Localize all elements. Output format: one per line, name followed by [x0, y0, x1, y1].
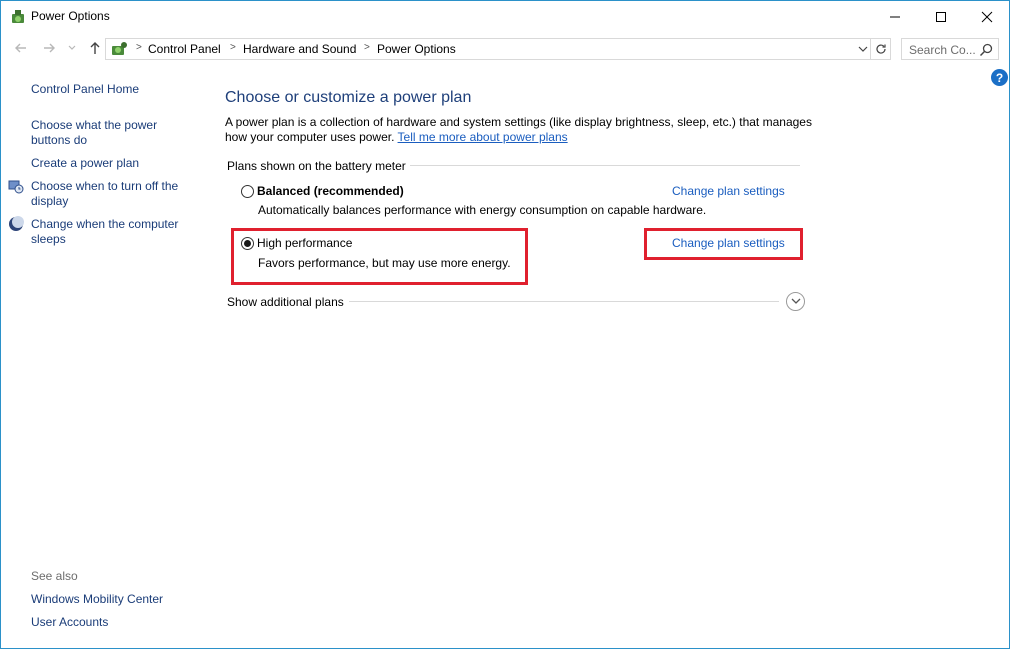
minimize-button[interactable]: [872, 1, 918, 32]
page-description: A power plan is a collection of hardware…: [225, 115, 815, 145]
address-bar[interactable]: > Control Panel > Hardware and Sound > P…: [105, 38, 871, 60]
breadcrumb-separator: >: [136, 42, 142, 53]
back-button[interactable]: [11, 38, 31, 58]
navigation-bar: > Control Panel > Hardware and Sound > P…: [1, 35, 1009, 63]
breadcrumb-separator: >: [364, 42, 370, 53]
balanced-plan-description: Automatically balances performance with …: [258, 203, 707, 217]
refresh-button[interactable]: [871, 38, 891, 60]
user-accounts-link[interactable]: User Accounts: [31, 615, 196, 630]
maximize-button[interactable]: [918, 1, 964, 32]
power-plans-help-link[interactable]: Tell me more about power plans: [398, 130, 568, 144]
balanced-plan-name[interactable]: Balanced (recommended): [257, 184, 404, 198]
address-history-button[interactable]: [856, 42, 870, 56]
divider: [410, 165, 800, 166]
search-icon: [979, 43, 993, 57]
power-buttons-link[interactable]: Choose what the power buttons do: [31, 118, 171, 148]
breadcrumb-control-panel[interactable]: Control Panel: [148, 42, 221, 56]
power-options-icon: [12, 10, 24, 23]
computer-sleeps-link[interactable]: Change when the computer sleeps: [31, 217, 191, 247]
forward-button[interactable]: [39, 38, 59, 58]
divider: [349, 301, 779, 302]
refresh-icon: [875, 44, 886, 54]
page-title: Choose or customize a power plan: [225, 89, 472, 106]
highlight-box-plan: [231, 228, 528, 285]
balanced-change-settings-link[interactable]: Change plan settings: [672, 184, 785, 198]
close-button[interactable]: [964, 1, 1010, 32]
title-bar: Power Options: [1, 1, 1009, 33]
windows-mobility-center-link[interactable]: Windows Mobility Center: [31, 592, 196, 607]
control-panel-home-link[interactable]: Control Panel Home: [31, 82, 196, 97]
breadcrumb-separator: >: [230, 42, 236, 53]
minimize-icon: [890, 16, 900, 17]
help-icon[interactable]: ?: [991, 69, 1008, 86]
close-icon: [981, 11, 993, 22]
arrow-right-icon: [44, 43, 55, 53]
search-input[interactable]: Search Co...: [901, 38, 999, 60]
chevron-down-icon: [858, 46, 868, 52]
plans-group-label: Plans shown on the battery meter: [227, 159, 406, 173]
arrow-left-icon: [15, 43, 26, 53]
balanced-plan-radio[interactable]: [241, 185, 254, 198]
highlight-box-settings-link: [644, 228, 803, 260]
control-panel-icon: [112, 42, 127, 55]
breadcrumb-power-options[interactable]: Power Options: [377, 42, 456, 56]
turn-off-display-link[interactable]: Choose when to turn off the display: [31, 179, 191, 209]
create-power-plan-link[interactable]: Create a power plan: [31, 156, 196, 171]
recent-locations-button[interactable]: [65, 38, 79, 58]
chevron-down-icon: [791, 298, 800, 304]
expand-additional-plans-button[interactable]: [786, 292, 805, 311]
arrow-up-icon: [90, 42, 100, 54]
see-also-label: See also: [31, 569, 78, 583]
window-title: Power Options: [31, 9, 110, 23]
search-placeholder: Search Co...: [909, 43, 976, 57]
maximize-icon: [936, 11, 946, 22]
sleep-moon-icon: [9, 216, 24, 231]
power-options-window: Power Options > Control Panel > Hardware…: [0, 0, 1010, 649]
breadcrumb-hardware-and-sound[interactable]: Hardware and Sound: [243, 42, 356, 56]
chevron-down-icon: [68, 45, 76, 50]
show-additional-plans-label[interactable]: Show additional plans: [227, 295, 344, 309]
up-button[interactable]: [85, 38, 105, 58]
display-power-icon: [8, 180, 24, 194]
